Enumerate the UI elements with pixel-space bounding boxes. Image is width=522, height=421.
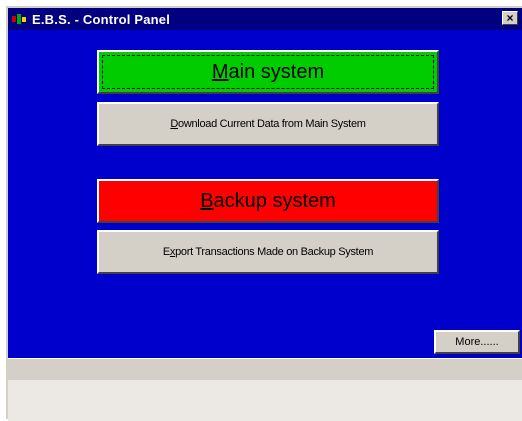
backup-system-button[interactable]: Backup system — [97, 179, 439, 223]
ebs-app-icon — [12, 12, 28, 26]
title-bar[interactable]: E.B.S. - Control Panel × — [8, 8, 522, 30]
download-label: Download Current Data from Main System — [170, 118, 366, 130]
window-bottom-area — [8, 380, 522, 421]
status-bar — [8, 358, 522, 380]
more-button[interactable]: More...... — [434, 330, 520, 354]
close-icon: × — [506, 11, 514, 25]
main-system-button[interactable]: Main system — [97, 50, 439, 94]
main-system-label: Main system — [211, 60, 325, 83]
download-current-data-button[interactable]: Download Current Data from Main System — [97, 102, 439, 146]
backup-system-label: Backup system — [200, 189, 336, 212]
close-button[interactable]: × — [502, 11, 518, 25]
export-transactions-button[interactable]: Export Transactions Made on Backup Syste… — [97, 230, 439, 274]
more-label: More...... — [455, 336, 499, 348]
control-panel-window: E.B.S. - Control Panel × Main system Dow… — [6, 6, 522, 421]
export-label: Export Transactions Made on Backup Syste… — [162, 246, 374, 258]
window-title: E.B.S. - Control Panel — [32, 11, 171, 27]
